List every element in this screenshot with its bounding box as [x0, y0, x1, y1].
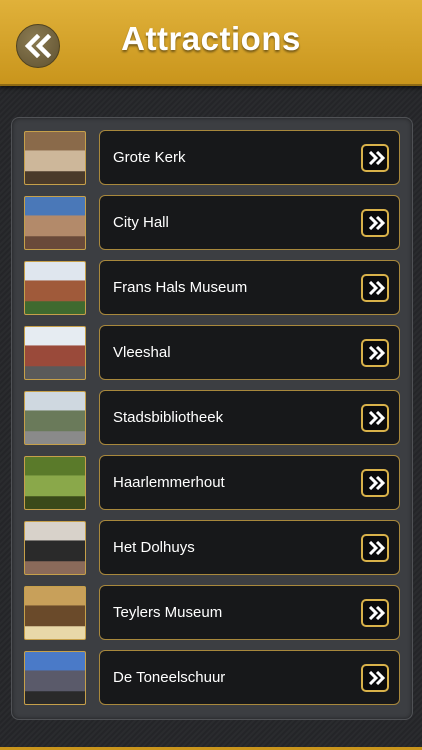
list-item-button[interactable]: Stadsbibliotheek: [99, 390, 400, 445]
list-item-button[interactable]: City Hall: [99, 195, 400, 250]
list-item[interactable]: Frans Hals Museum: [24, 260, 402, 317]
list-item-button[interactable]: Teylers Museum: [99, 585, 400, 640]
list-item[interactable]: Grote Kerk: [24, 130, 402, 187]
list-item[interactable]: Haarlemmerhout: [24, 455, 402, 512]
list-item-label: Haarlemmerhout: [113, 474, 225, 491]
double-chevron-right-icon[interactable]: [361, 404, 389, 432]
list-item[interactable]: Vleeshal: [24, 325, 402, 382]
forest-photo: [24, 456, 86, 510]
list-item-label: City Hall: [113, 214, 169, 231]
list-item-label: Stadsbibliotheek: [113, 409, 224, 426]
double-chevron-right-icon[interactable]: [361, 469, 389, 497]
list-item-button[interactable]: Het Dolhuys: [99, 520, 400, 575]
list-item[interactable]: Stadsbibliotheek: [24, 390, 402, 447]
double-chevron-right-icon[interactable]: [361, 144, 389, 172]
list-item[interactable]: Teylers Museum: [24, 585, 402, 642]
modern-building-photo: [24, 651, 86, 705]
list-item-label: Frans Hals Museum: [113, 279, 248, 296]
gabled-hall-photo: [24, 326, 86, 380]
double-chevron-right-icon[interactable]: [361, 534, 389, 562]
double-chevron-right-icon[interactable]: [361, 209, 389, 237]
list-item-button[interactable]: Grote Kerk: [99, 130, 400, 185]
list-item-button[interactable]: De Toneelschuur: [99, 650, 400, 705]
list-item[interactable]: City Hall: [24, 195, 402, 252]
page-title: Attractions: [121, 20, 301, 57]
list-item-label: De Toneelschuur: [113, 669, 226, 686]
app-header: Attractions: [0, 0, 422, 86]
double-chevron-right-icon[interactable]: [361, 339, 389, 367]
list-item-button[interactable]: Frans Hals Museum: [99, 260, 400, 315]
church-interior-photo: [24, 131, 86, 185]
double-chevron-right-icon[interactable]: [361, 274, 389, 302]
double-chevron-right-icon[interactable]: [361, 599, 389, 627]
list-item-label: Grote Kerk: [113, 149, 186, 166]
list-item[interactable]: De Toneelschuur: [24, 650, 402, 707]
list-item-label: Het Dolhuys: [113, 539, 195, 556]
list-item-button[interactable]: Vleeshal: [99, 325, 400, 380]
double-chevron-right-icon[interactable]: [361, 664, 389, 692]
museum-building-photo: [24, 261, 86, 315]
library-photo: [24, 391, 86, 445]
attractions-list: Grote Kerk City Hall Frans Hals Museum Vlee…: [11, 117, 413, 720]
list-item[interactable]: Het Dolhuys: [24, 520, 402, 577]
gallery-photo: [24, 521, 86, 575]
town-hall-photo: [24, 196, 86, 250]
list-item-label: Vleeshal: [113, 344, 171, 361]
list-item-button[interactable]: Haarlemmerhout: [99, 455, 400, 510]
museum-hall-photo: [24, 586, 86, 640]
list-item-label: Teylers Museum: [113, 604, 223, 621]
